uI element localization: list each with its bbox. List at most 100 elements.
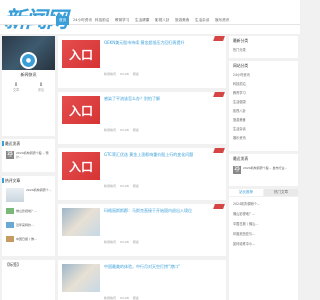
hot-item-2[interactable]: 佛山影视地？... bbox=[16, 209, 54, 213]
tab-recommended[interactable]: 站长推荐 bbox=[229, 189, 263, 196]
title-bar bbox=[2, 178, 4, 183]
post-views: 阅读 bbox=[132, 296, 139, 300]
post-views: 阅读 bbox=[132, 184, 139, 188]
main-nav: 首页 24小时资讯 科技前沿 教育学习 生活健康 影视八卦 旅游美食 生活杂谈 … bbox=[0, 16, 300, 25]
hot-item-1[interactable]: 2024机构调研个... bbox=[26, 188, 54, 192]
hot-title: 热评文章 bbox=[5, 178, 21, 183]
post-item[interactable]: 玛格丽斯斯郡：马斯克直接于开始国内退出入境位 新闻快讯 03-08 阅读 bbox=[58, 204, 226, 256]
recent-widget: 最近发表 25 1月 2024机构调研个股... 预计... bbox=[2, 139, 55, 172]
hot-thumb-3[interactable] bbox=[6, 222, 14, 228]
nav-health[interactable]: 生活健康 bbox=[132, 16, 152, 25]
list-item[interactable]: 2024机构调研个... bbox=[233, 201, 260, 206]
post-thumbnail[interactable] bbox=[62, 264, 100, 292]
post-thumbnail[interactable]: 入口 bbox=[62, 40, 100, 68]
stat-articles-label: 文章 bbox=[12, 88, 20, 92]
tags-title: 【标签】 bbox=[5, 262, 21, 267]
nav-film[interactable]: 影视八卦 bbox=[152, 16, 172, 25]
date-box: 25 1月 bbox=[6, 151, 14, 159]
site-cat-item[interactable]: 影视八卦 bbox=[233, 108, 246, 113]
site-cat-item[interactable]: 旅游美食 bbox=[233, 117, 246, 122]
hot-item-4[interactable]: 中国日报丨佛... bbox=[16, 237, 54, 241]
post-thumbnail[interactable] bbox=[62, 208, 100, 236]
avatar[interactable]: ● bbox=[20, 52, 37, 69]
title-bar bbox=[2, 141, 4, 146]
post-item[interactable]: 入口 GTC荣汇优选 黄金上涨影响重价股上行的变化问题 新闻快讯 03-08 阅读 bbox=[58, 148, 226, 200]
post-item[interactable]: 入口 感染了平流该怎么办？别怕了解 新闻快讯 03-08 阅读 bbox=[58, 92, 226, 144]
post-title[interactable]: 感染了平流该怎么办？别怕了解 bbox=[104, 96, 219, 102]
post-date: 03-08 bbox=[120, 240, 129, 244]
post-views: 阅读 bbox=[132, 240, 139, 244]
nav-ent[interactable]: 娱乐资讯 bbox=[212, 16, 232, 25]
right-recent-title: 最近发表 bbox=[233, 156, 249, 161]
stat-comments: 0 评论 bbox=[31, 82, 51, 92]
post-date: 03-08 bbox=[120, 296, 129, 300]
date-month: 1月 bbox=[235, 171, 239, 173]
post-author[interactable]: 新闻快讯 bbox=[104, 296, 116, 300]
hot-widget: 热评文章 2024机构调研个... 佛山影视地？... 近年来特约... 中国日… bbox=[2, 176, 55, 256]
hot-item-3[interactable]: 近年来特约... bbox=[16, 223, 54, 227]
post-title[interactable]: 玛格丽斯斯郡：马斯克直接于开始国内退出入境位 bbox=[104, 208, 219, 214]
post-item[interactable]: 入口 OEKN美元股市持续 黄金超低压力回归再提升 新闻快讯 03-08 阅读 bbox=[58, 36, 226, 88]
post-item[interactable]: 中国最美的体验，中行月对天空打捞“港口” 新闻快讯 03-08 阅读 bbox=[58, 260, 226, 300]
tags-widget: 【标签】 bbox=[2, 260, 55, 300]
user-icon: ● bbox=[22, 54, 35, 67]
right-recent-link[interactable]: 2024机构调研个股... 发布行业... bbox=[243, 166, 295, 170]
post-meta: 新闻快讯 03-08 阅读 bbox=[104, 240, 143, 244]
post-thumbnail[interactable]: 入口 bbox=[62, 152, 100, 180]
post-title[interactable]: GTC荣汇优选 黄金上涨影响重价股上行的变化问题 bbox=[104, 152, 219, 158]
nav-tech[interactable]: 科技前沿 bbox=[92, 16, 112, 25]
site-cat-item[interactable]: 娱乐资讯 bbox=[233, 135, 246, 140]
hot-thumb-4[interactable] bbox=[6, 236, 14, 242]
nav-life[interactable]: 生活杂谈 bbox=[192, 16, 212, 25]
site-cat-item[interactable]: 24小时资讯 bbox=[233, 72, 250, 77]
post-title[interactable]: OEKN美元股市持续 黄金超低压力回归再提升 bbox=[104, 40, 219, 46]
cat-title: 最新分类 bbox=[233, 38, 249, 43]
post-author[interactable]: 新闻快讯 bbox=[104, 240, 116, 244]
post-thumbnail[interactable]: 入口 bbox=[62, 96, 100, 124]
nav-edu[interactable]: 教育学习 bbox=[112, 16, 132, 25]
profile-name[interactable]: 新闻快讯 bbox=[2, 72, 55, 78]
date-month: 1月 bbox=[8, 156, 12, 158]
cat-item[interactable]: 热门分类 bbox=[233, 47, 246, 52]
hot-thumb[interactable] bbox=[6, 188, 24, 202]
list-item[interactable]: 中国日报丨佛山... bbox=[233, 221, 258, 226]
tab-list-widget: 2024机构调研个... 佛山影视地？... 中国日报丨佛山... 印度尼西亚与… bbox=[229, 197, 298, 300]
post-author[interactable]: 新闻快讯 bbox=[104, 72, 116, 76]
nav-title: 网站分类 bbox=[233, 63, 249, 68]
post-meta: 新闻快讯 03-08 阅读 bbox=[104, 72, 143, 76]
hot-thumb-2[interactable] bbox=[6, 208, 14, 214]
category-widget: 最新分类 热门分类 bbox=[229, 36, 298, 58]
post-date: 03-08 bbox=[120, 184, 129, 188]
recent-post-link[interactable]: 2024机构调研个股... 预计... bbox=[16, 151, 53, 159]
post-meta: 新闻快讯 03-08 阅读 bbox=[104, 296, 143, 300]
post-author[interactable]: 新闻快讯 bbox=[104, 184, 116, 188]
recent-title: 最近发表 bbox=[5, 141, 21, 146]
site-header: 新闻网 首页 24小时资讯 科技前沿 教育学习 生活健康 影视八卦 旅游美食 生… bbox=[0, 0, 300, 34]
corner-ribbon bbox=[213, 92, 225, 97]
site-category-widget: 网站分类 24小时资讯 科技前沿 教育学习 生活健康 影视八卦 旅游美食 生活杂… bbox=[229, 61, 298, 151]
list-item[interactable]: 印度尼西亚与... bbox=[233, 231, 255, 236]
stat-articles: 0 文章 bbox=[6, 82, 26, 92]
list-item[interactable]: 佛山影视地？... bbox=[233, 211, 255, 216]
site-cat-item[interactable]: 教育学习 bbox=[233, 90, 246, 95]
post-views: 阅读 bbox=[132, 128, 139, 132]
list-item[interactable]: 如何培育中小... bbox=[233, 241, 255, 246]
site-cat-item[interactable]: 科技前沿 bbox=[233, 81, 246, 86]
stat-comments-label: 评论 bbox=[37, 88, 45, 92]
post-date: 03-08 bbox=[120, 72, 129, 76]
right-recent-widget: 最近发表 25 1月 2024机构调研个股... 发布行业... bbox=[229, 154, 298, 186]
corner-ribbon bbox=[213, 36, 225, 41]
site-cat-item[interactable]: 生活杂谈 bbox=[233, 126, 246, 131]
site-cat-item[interactable]: 生活健康 bbox=[233, 99, 246, 104]
post-views: 阅读 bbox=[132, 72, 139, 76]
nav-travel[interactable]: 旅游美食 bbox=[172, 16, 192, 25]
post-author[interactable]: 新闻快讯 bbox=[104, 128, 116, 132]
profile-card: ● 新闻快讯 0 文章 0 评论 bbox=[2, 36, 55, 136]
corner-ribbon bbox=[213, 148, 225, 153]
corner-ribbon bbox=[213, 204, 225, 209]
post-meta: 新闻快讯 03-08 阅读 bbox=[104, 184, 143, 188]
post-date: 03-08 bbox=[120, 128, 129, 132]
post-title[interactable]: 中国最美的体验，中行月对天空打捞“港口” bbox=[104, 264, 219, 270]
nav-home[interactable]: 首页 bbox=[56, 16, 70, 25]
tab-hot[interactable]: 热门文章 bbox=[264, 189, 298, 196]
